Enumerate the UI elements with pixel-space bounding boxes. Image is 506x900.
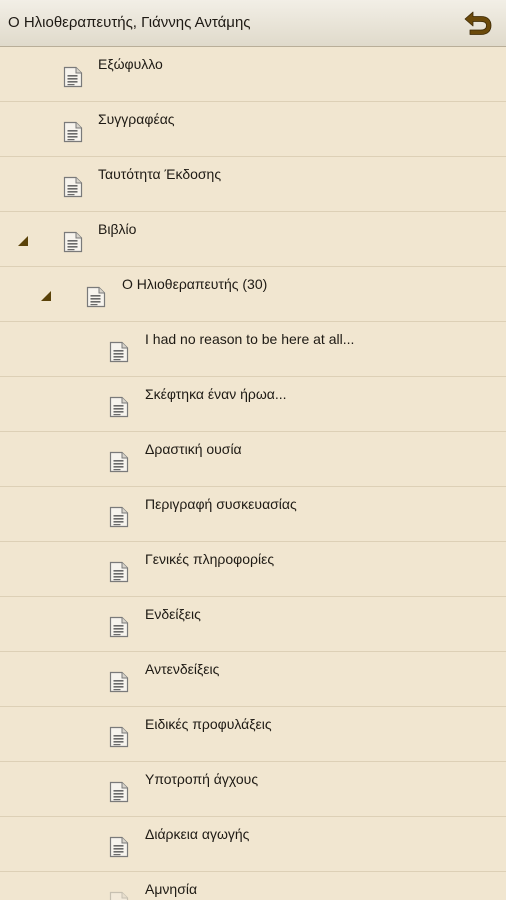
document-icon: [109, 891, 129, 900]
toc-list: Εξώφυλλο Συγγραφέας Ταυτότητα Έκδοσης Βιβλί…: [0, 47, 506, 900]
document-icon: [109, 396, 129, 418]
toc-item[interactable]: Σκέφτηκα έναν ήρωα...: [0, 377, 506, 432]
toc-item-label: Ενδείξεις: [145, 606, 201, 622]
document-icon: [109, 451, 129, 473]
toc-item-label: Ο Ηλιοθεραπευτής (30): [122, 276, 268, 292]
action-bar: Ο Ηλιοθεραπευτής, Γιάννης Αντάμης: [0, 0, 506, 47]
toc-item-label: Υποτροπή άγχους: [145, 771, 259, 787]
toc-item[interactable]: Διάρκεια αγωγής: [0, 817, 506, 872]
toc-item-label: Διάρκεια αγωγής: [145, 826, 250, 842]
document-icon: [109, 561, 129, 583]
toc-item-label: Ταυτότητα Έκδοσης: [98, 166, 222, 182]
page-title: Ο Ηλιοθεραπευτής, Γιάννης Αντάμης: [8, 14, 251, 31]
document-icon: [63, 176, 83, 198]
toc-item[interactable]: Ο Ηλιοθεραπευτής (30): [0, 267, 506, 322]
toc-item-label: Εξώφυλλο: [98, 56, 163, 72]
document-icon: [63, 231, 83, 253]
document-icon: [86, 286, 106, 308]
toc-item-label: Βιβλίο: [98, 221, 137, 237]
toc-item-label: Συγγραφέας: [98, 111, 175, 127]
toc-item[interactable]: Βιβλίο: [0, 212, 506, 267]
toc-item[interactable]: Ταυτότητα Έκδοσης: [0, 157, 506, 212]
toc-item[interactable]: Αντενδείξεις: [0, 652, 506, 707]
toc-item-label: Περιγραφή συσκευασίας: [145, 496, 297, 512]
toc-item[interactable]: Εξώφυλλο: [0, 47, 506, 102]
toc-item[interactable]: Δραστική ουσία: [0, 432, 506, 487]
document-icon: [109, 726, 129, 748]
toc-item[interactable]: Γενικές πληροφορίες: [0, 542, 506, 597]
document-icon: [109, 506, 129, 528]
toc-item[interactable]: Ενδείξεις: [0, 597, 506, 652]
document-icon: [109, 836, 129, 858]
toc-item[interactable]: Αμνησία: [0, 872, 506, 900]
toc-item-label: Αντενδείξεις: [145, 661, 220, 677]
toc-item-label: I had no reason to be here at all...: [145, 331, 355, 347]
document-icon: [63, 66, 83, 88]
toc-item-label: Δραστική ουσία: [145, 441, 242, 457]
toc-item[interactable]: Υποτροπή άγχους: [0, 762, 506, 817]
back-button[interactable]: [460, 6, 496, 42]
document-icon: [63, 121, 83, 143]
toc-item-label: Ειδικές προφυλάξεις: [145, 716, 272, 732]
back-arrow-icon: [464, 11, 492, 35]
document-icon: [109, 781, 129, 803]
toc-item-label: Γενικές πληροφορίες: [145, 551, 275, 567]
document-icon: [109, 671, 129, 693]
document-icon: [109, 616, 129, 638]
toc-item[interactable]: Ειδικές προφυλάξεις: [0, 707, 506, 762]
toc-item-label: Αμνησία: [145, 881, 198, 897]
toc-item-label: Σκέφτηκα έναν ήρωα...: [145, 386, 287, 402]
document-icon: [109, 341, 129, 363]
toc-item[interactable]: Συγγραφέας: [0, 102, 506, 157]
expand-arrow-icon[interactable]: [17, 234, 29, 246]
toc-item[interactable]: Περιγραφή συσκευασίας: [0, 487, 506, 542]
toc-item[interactable]: I had no reason to be here at all...: [0, 322, 506, 377]
expand-arrow-icon[interactable]: [40, 289, 52, 301]
